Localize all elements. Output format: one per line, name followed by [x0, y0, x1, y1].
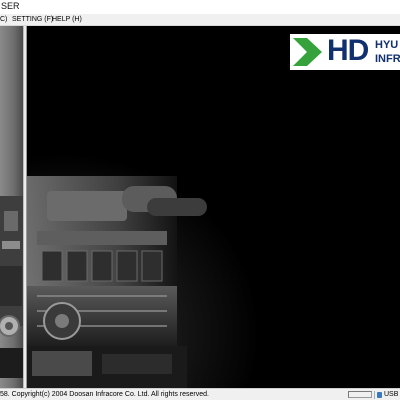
logo-arrow-icon — [293, 38, 322, 66]
menu-item-help[interactable]: HELP (H) — [52, 14, 82, 26]
window-title: SER — [1, 1, 20, 11]
status-separator — [374, 391, 375, 399]
engine-image — [27, 176, 207, 388]
logo-word-2: INFRA — [375, 53, 400, 65]
menu-bar: C) SETTING (F) HELP (H) — [0, 14, 400, 26]
hd-hyundai-infracore-logo: HD HYU INFRA — [290, 34, 400, 70]
status-bar: 58. Copyright(c) 2004 Doosan Infracore C… — [0, 388, 400, 400]
menu-item-setting[interactable]: SETTING (F) — [12, 14, 53, 26]
left-pane — [0, 26, 23, 388]
content-area: HD HYU INFRA — [0, 26, 400, 388]
status-indicator — [348, 391, 372, 398]
usb-icon — [377, 392, 382, 398]
copyright-text: 58. Copyright(c) 2004 Doosan Infracore C… — [0, 391, 209, 398]
usb-status-label: USB — [384, 391, 399, 398]
engine-partial-image — [0, 196, 23, 378]
menu-item-c[interactable]: C) — [0, 14, 7, 26]
main-pane: HD HYU INFRA — [27, 26, 400, 388]
logo-word-1: HYU — [375, 39, 399, 51]
logo-text: HD — [327, 34, 369, 67]
title-bar: SER — [0, 0, 400, 14]
